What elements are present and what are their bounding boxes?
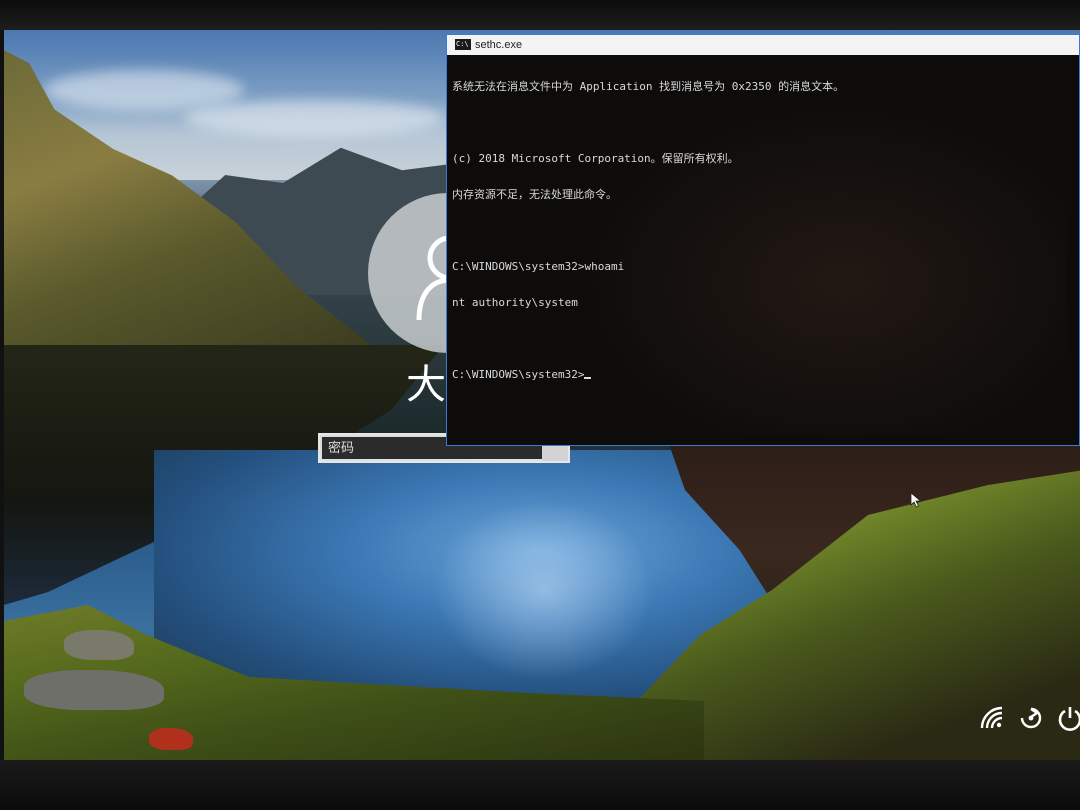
console-line: (c) 2018 Microsoft Corporation。保留所有权利。 — [452, 152, 739, 165]
wallpaper-lake-glow — [434, 500, 654, 680]
monitor-bezel-top — [0, 0, 1080, 30]
mouse-pointer-icon — [910, 492, 922, 508]
console-line: 内存资源不足，无法处理此命令。 — [452, 188, 617, 201]
wallpaper-cloud — [44, 70, 244, 110]
ease-of-access-icon[interactable] — [1017, 704, 1045, 732]
text-cursor — [584, 377, 592, 379]
lock-screen-username: 大 — [406, 363, 446, 407]
cmd-titlebar[interactable]: C:\ sethc.exe — [447, 35, 1079, 55]
console-line: C:\WINDOWS\system32>whoami — [452, 260, 625, 273]
network-icon[interactable] — [978, 704, 1006, 732]
cmd-window[interactable]: C:\ sethc.exe 系统无法在消息文件中为 Application 找到… — [446, 34, 1080, 446]
cmd-window-title: sethc.exe — [475, 39, 523, 51]
console-line: 系统无法在消息文件中为 Application 找到消息号为 0x2350 的消… — [452, 80, 845, 93]
wallpaper-rock — [24, 670, 164, 710]
power-icon[interactable] — [1056, 704, 1080, 732]
cmd-app-icon: C:\ — [455, 39, 471, 50]
monitor-bezel-bottom — [0, 760, 1080, 810]
wallpaper-rock — [64, 630, 134, 660]
console-line: nt authority\system — [452, 296, 578, 309]
console-prompt: C:\WINDOWS\system32> — [452, 368, 585, 381]
cmd-console-output[interactable]: 系统无法在消息文件中为 Application 找到消息号为 0x2350 的消… — [452, 57, 1072, 437]
wallpaper-red-object — [149, 728, 193, 750]
console-prompt-line[interactable]: C:\WINDOWS\system32> — [452, 369, 1072, 381]
wallpaper-cloud — [184, 100, 444, 136]
